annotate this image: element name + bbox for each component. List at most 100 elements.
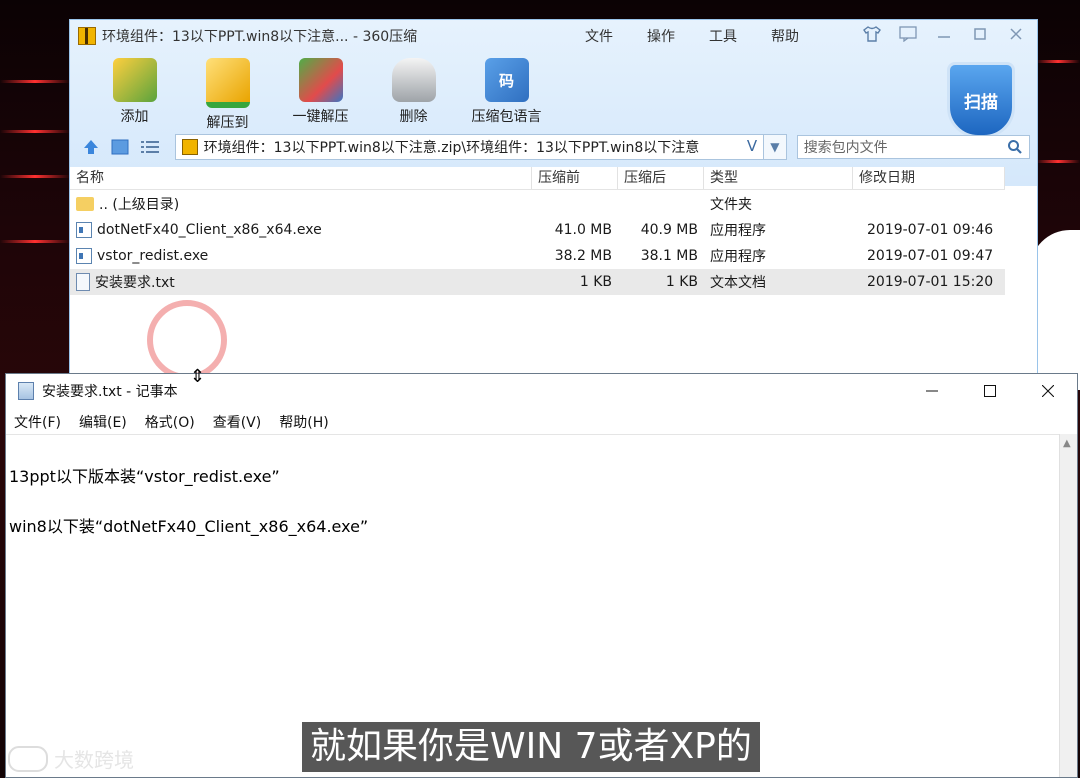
column-type[interactable]: 类型: [704, 167, 853, 189]
red-streak: [0, 130, 70, 133]
search-in-archive-input[interactable]: 搜索包内文件: [796, 135, 1031, 159]
video-subtitle: 就如果你是WIN 7或者XP的: [302, 722, 760, 772]
watermark-text: 大数跨境: [54, 748, 134, 772]
file-name: dotNetFx40_Client_x86_x64.exe: [97, 222, 322, 238]
notepad-app-icon: [18, 382, 34, 400]
file-date: 2019-07-01 09:47: [867, 248, 994, 264]
menu-file[interactable]: 文件: [585, 26, 613, 46]
archive-window-controls: [861, 24, 1027, 44]
address-path: 环境组件：13以下PPT.win8以下注意.zip\环境组件：13以下PPT.w…: [203, 140, 700, 156]
extract-folder-icon: [205, 58, 250, 108]
notepad-window-title: 安装要求.txt - 记事本: [42, 384, 178, 400]
table-row-parent-dir[interactable]: .. (上级目录) 文件夹: [70, 191, 1005, 217]
red-streak: [0, 175, 70, 178]
extract-to-button[interactable]: 解压到: [181, 58, 274, 132]
file-size: 1 KB: [579, 274, 612, 290]
minimize-button[interactable]: [933, 24, 955, 44]
notepad-window[interactable]: 安装要求.txt - 记事本 文件(F) 编辑(E) 格式(O) 查看(V) 帮…: [5, 373, 1078, 778]
archive-language-button[interactable]: 码 压缩包语言: [460, 58, 553, 132]
menu-file[interactable]: 文件(F): [14, 412, 61, 432]
file-list: .. (上级目录) 文件夹 dotNetFx40_Client_x86_x64.…: [70, 191, 1005, 295]
file-name: .. (上级目录): [99, 197, 180, 213]
file-date: 2019-07-01 15:20: [867, 274, 994, 290]
column-modified-date[interactable]: 修改日期: [853, 167, 1005, 189]
click-highlight-circle: [147, 300, 227, 380]
file-size: 41.0 MB: [554, 222, 612, 238]
one-click-extract-button[interactable]: 一键解压: [274, 58, 367, 132]
exe-icon: [76, 248, 92, 264]
search-icon[interactable]: [1007, 139, 1023, 155]
file-packed-size: 38.1 MB: [640, 248, 698, 264]
close-button[interactable]: [1005, 24, 1027, 44]
menu-format[interactable]: 格式(O): [145, 412, 195, 432]
menu-view[interactable]: 查看(V): [213, 412, 262, 432]
table-row[interactable]: vstor_redist.exe 38.2 MB 38.1 MB 应用程序 20…: [70, 243, 1005, 269]
scan-shield-button[interactable]: 扫描: [947, 62, 1015, 138]
address-row: 环境组件：13以下PPT.win8以下注意.zip\环境组件：13以下PPT.w…: [80, 133, 1031, 161]
file-packed-size: 40.9 MB: [640, 222, 698, 238]
menu-help[interactable]: 帮助: [771, 26, 799, 46]
red-streak: [1036, 60, 1080, 63]
column-original-size[interactable]: 压缩前: [532, 167, 618, 189]
file-type: 文本文档: [710, 275, 766, 291]
address-dropdown-button[interactable]: ▼: [764, 134, 787, 160]
trash-bin-icon: [391, 58, 436, 102]
scroll-up-arrow-icon[interactable]: ▲: [1063, 438, 1071, 449]
folder-icon: [76, 197, 94, 211]
list-view-icon[interactable]: [139, 136, 161, 158]
verified-v-icon: V: [746, 137, 758, 155]
file-packed-size: 1 KB: [665, 274, 698, 290]
menu-edit[interactable]: 编辑(E): [79, 412, 127, 432]
file-type: 应用程序: [710, 223, 766, 239]
watermark-logo-icon: [8, 745, 48, 772]
add-archive-icon: [112, 58, 157, 102]
archive-menu-bar: 文件 操作 工具 帮助: [585, 26, 799, 46]
feedback-icon[interactable]: [897, 24, 919, 44]
menu-tools[interactable]: 工具: [709, 26, 737, 46]
thumbnail-view-icon[interactable]: [110, 136, 132, 158]
one-click-extract-label: 一键解压: [292, 109, 349, 125]
archive-window-title: 环境组件：13以下PPT.win8以下注意... - 360压缩: [102, 29, 418, 45]
file-name: 安装要求.txt: [95, 275, 175, 291]
chevron-down-icon: ▼: [770, 140, 780, 154]
notepad-close-button[interactable]: [1019, 374, 1077, 408]
address-bar[interactable]: 环境组件：13以下PPT.win8以下注意.zip\环境组件：13以下PPT.w…: [174, 134, 765, 160]
menu-operation[interactable]: 操作: [647, 26, 675, 46]
archive-title-bar[interactable]: 环境组件：13以下PPT.win8以下注意... - 360压缩: [78, 26, 417, 46]
delete-button[interactable]: 删除: [367, 58, 460, 132]
file-list-header: 名称 压缩前 压缩后 类型 修改日期: [70, 167, 1005, 190]
up-arrow-icon[interactable]: [80, 136, 102, 158]
notepad-window-controls: [903, 374, 1077, 408]
column-packed-size[interactable]: 压缩后: [618, 167, 704, 189]
watermark: 大数跨境: [8, 744, 134, 773]
red-streak: [0, 80, 70, 83]
column-name[interactable]: 名称: [70, 167, 532, 189]
notepad-maximize-button[interactable]: [961, 374, 1019, 408]
archive-language-label: 压缩包语言: [471, 109, 542, 125]
archive-toolbar: 添加 解压到 一键解压 删除 码 压缩包语言: [88, 58, 553, 132]
maximize-button[interactable]: [969, 24, 991, 44]
delete-label: 删除: [399, 109, 428, 125]
vertical-scrollbar[interactable]: ▲: [1059, 434, 1077, 777]
notepad-menu-bar: 文件(F) 编辑(E) 格式(O) 查看(V) 帮助(H): [14, 412, 329, 432]
archive-app-icon: [78, 27, 96, 45]
add-button[interactable]: 添加: [88, 58, 181, 132]
red-streak: [1036, 160, 1080, 163]
add-label: 添加: [120, 109, 149, 125]
archive-language-icon: 码: [484, 58, 529, 102]
notepad-minimize-button[interactable]: [903, 374, 961, 408]
table-row-selected[interactable]: 安装要求.txt 1 KB 1 KB 文本文档 2019-07-01 15:20: [70, 269, 1005, 295]
file-date: 2019-07-01 09:46: [867, 222, 994, 238]
text-line: 13ppt以下版本装“vstor_redist.exe”: [9, 467, 280, 486]
search-placeholder: 搜索包内文件: [803, 140, 888, 156]
red-streak: [0, 240, 70, 243]
exe-icon: [76, 222, 92, 238]
file-name: vstor_redist.exe: [97, 248, 209, 264]
tshirt-skin-icon[interactable]: [861, 24, 883, 44]
extract-to-label: 解压到: [206, 115, 249, 131]
menu-help[interactable]: 帮助(H): [279, 412, 328, 432]
file-type: 文件夹: [710, 197, 752, 213]
resize-cursor-icon: ⇕: [190, 366, 206, 387]
archive-small-icon: [181, 139, 198, 155]
table-row[interactable]: dotNetFx40_Client_x86_x64.exe 41.0 MB 40…: [70, 217, 1005, 243]
